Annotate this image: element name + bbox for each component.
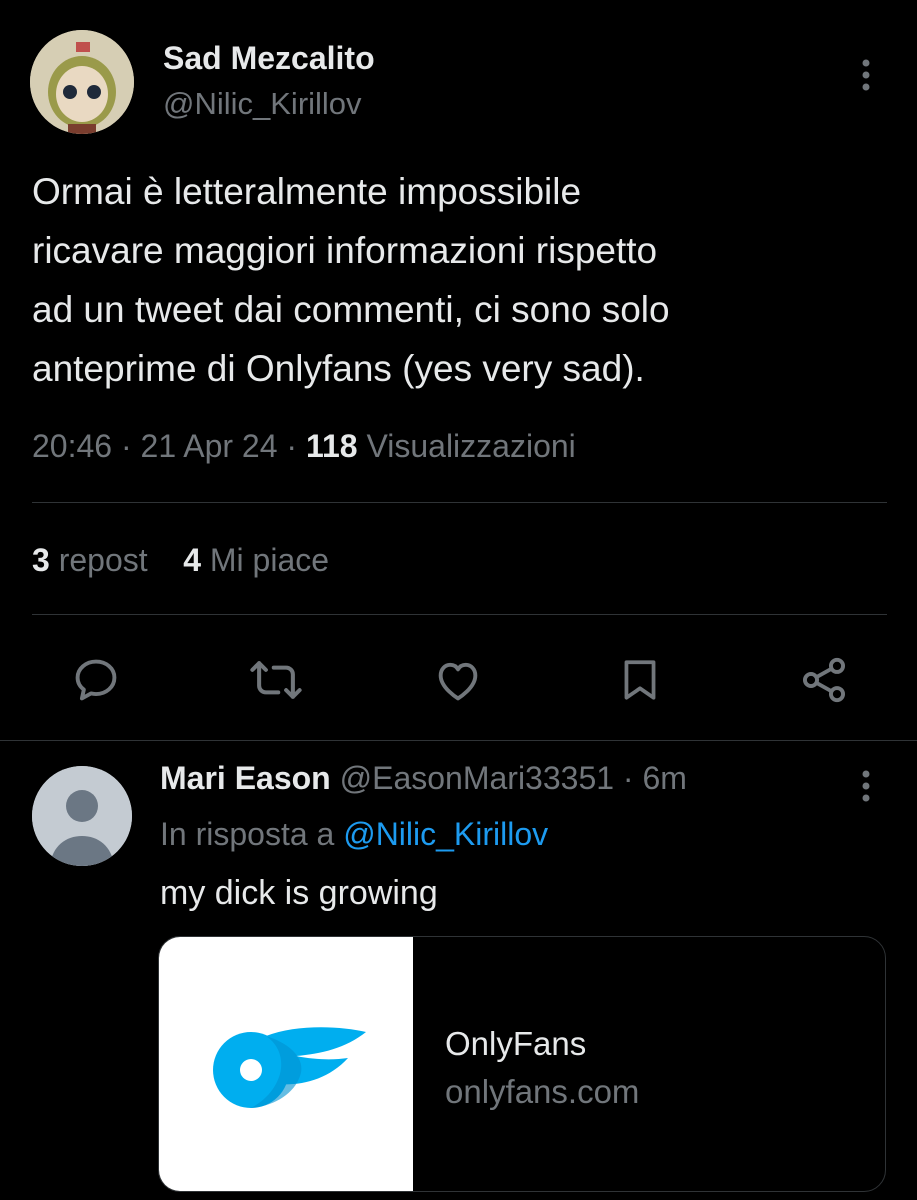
card-thumbnail: [159, 937, 413, 1191]
tweet-meta: 20:46 · 21 Apr 24 · 118 Visualizzazioni: [32, 428, 576, 465]
likes-stat[interactable]: 4 Mi piace: [183, 542, 329, 578]
divider: [0, 740, 917, 741]
author-name[interactable]: Sad Mezcalito: [163, 40, 375, 77]
likes-label: Mi piace: [209, 542, 330, 578]
default-avatar-icon: [32, 766, 132, 866]
bookmark-icon: [624, 660, 656, 700]
share-icon: [802, 657, 846, 703]
reply-icon: [75, 659, 117, 701]
share-button[interactable]: [796, 652, 852, 708]
reply-to-line: In risposta a @Nilic_Kirillov: [160, 816, 548, 853]
reposts-stat[interactable]: 3 repost: [32, 542, 148, 578]
divider: [32, 614, 887, 615]
card-domain: onlyfans.com: [445, 1073, 640, 1110]
tweet-text: Ormai è letteralmente impossibile ricava…: [32, 171, 670, 389]
reply-author-handle[interactable]: @EasonMari33351: [340, 760, 614, 796]
tweet-date[interactable]: 21 Apr 24: [141, 428, 278, 464]
repost-button[interactable]: [248, 652, 304, 708]
reposts-count: 3: [32, 542, 50, 578]
avatar-illustration: [30, 30, 134, 134]
more-options-icon[interactable]: [852, 766, 880, 806]
link-preview-card[interactable]: OnlyFans onlyfans.com: [158, 936, 886, 1192]
likes-count: 4: [183, 542, 201, 578]
tweet-stats: 3 repost 4 Mi piace: [32, 542, 329, 579]
card-title: OnlyFans: [445, 1025, 587, 1062]
views-count: 118: [305, 428, 358, 464]
views-label: Visualizzazioni: [366, 428, 576, 464]
heart-icon: [438, 662, 478, 701]
tweet-time[interactable]: 20:46: [32, 428, 112, 464]
more-options-icon[interactable]: [852, 55, 880, 95]
like-button[interactable]: [430, 652, 486, 708]
meta-separator: ·: [120, 428, 132, 464]
reply-author-name[interactable]: Mari Eason: [160, 760, 331, 796]
bookmark-button[interactable]: [612, 652, 668, 708]
reply-header: Mari Eason @EasonMari33351 · 6m: [160, 760, 687, 797]
reply-button[interactable]: [68, 652, 124, 708]
reply-author-avatar[interactable]: [32, 766, 132, 866]
reply-text: my dick is growing: [160, 874, 438, 912]
meta-separator: ·: [286, 428, 298, 464]
reposts-label: repost: [58, 542, 148, 578]
author-avatar[interactable]: [30, 30, 134, 134]
meta-separator: ·: [622, 760, 634, 796]
reply-to-prefix: In risposta a: [160, 816, 335, 852]
repost-icon: [250, 661, 302, 699]
onlyfans-logo-icon: [213, 1027, 366, 1108]
reply-to-handle-link[interactable]: @Nilic_Kirillov: [343, 816, 548, 852]
author-handle[interactable]: @Nilic_Kirillov: [163, 86, 362, 122]
divider: [32, 502, 887, 503]
reply-age[interactable]: 6m: [642, 760, 686, 796]
